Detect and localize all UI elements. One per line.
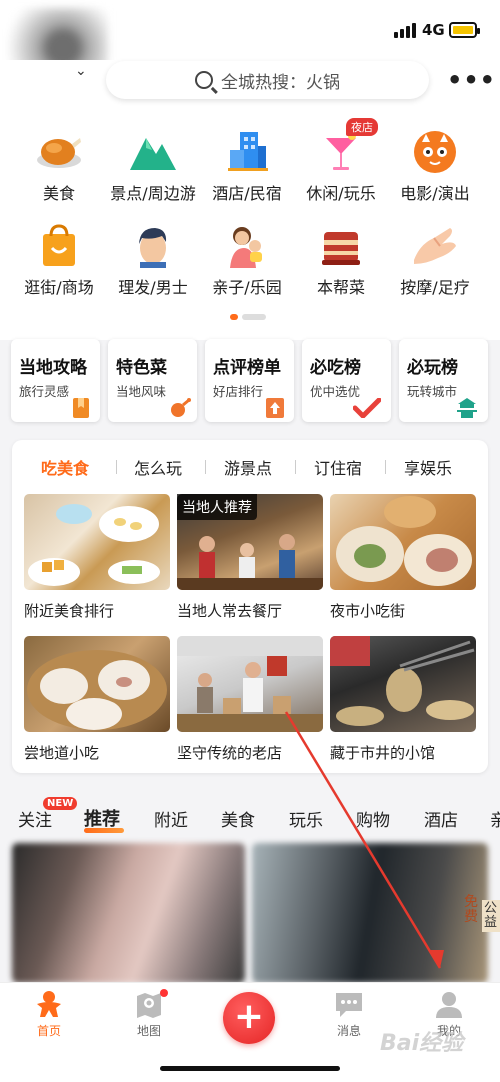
nav-home[interactable]: 首页 [19, 990, 79, 1039]
check-icon [352, 397, 382, 420]
search-icon [195, 71, 213, 89]
city-chevron-down-icon[interactable]: ⌄ [75, 63, 87, 79]
category-hotel[interactable]: 酒店/民宿 [197, 130, 297, 204]
old-shop-photo [177, 636, 323, 732]
mountain-icon [128, 130, 178, 174]
tile-label: 附近美食排行 [24, 602, 115, 620]
category-shopping[interactable]: 逛街/商场 [9, 224, 109, 298]
category-leisure[interactable]: 休闲/玩乐 [291, 130, 391, 204]
braised-pork-icon [316, 224, 366, 268]
bookmark-icon [72, 398, 90, 418]
quick-card-must-eat[interactable]: 必吃榜 优中选优 [302, 339, 391, 422]
rank-up-icon [266, 398, 284, 418]
feed-card-blurred[interactable] [252, 843, 488, 983]
tile-image-traditional-shop[interactable] [177, 636, 323, 732]
tab-scenic[interactable]: 游景点 [224, 455, 272, 479]
drumstick-icon [169, 398, 191, 418]
category-food[interactable]: 美食 [9, 130, 109, 204]
nav-map[interactable]: 地图 [119, 990, 179, 1039]
tile-label: 夜市小吃街 [330, 602, 406, 620]
food-photo [28, 504, 160, 586]
man-head-icon [128, 224, 178, 268]
roast-chicken-icon [34, 130, 84, 174]
tile-label: 坚守传统的老店 [177, 744, 283, 762]
network-type: 4G [422, 21, 445, 39]
home-mascot-icon [34, 990, 64, 1018]
parent-child-icon [222, 224, 272, 268]
cocktail-icon [316, 130, 366, 174]
tile-label: 藏于市井的小馆 [330, 744, 436, 762]
user-profile-icon [434, 990, 464, 1018]
pagoda-icon [456, 398, 478, 418]
search-bar[interactable]: 全城热搜：火锅 [106, 61, 429, 99]
quick-card-must-play[interactable]: 必玩榜 玩转城市 [399, 339, 488, 422]
cat-face-icon [410, 130, 460, 174]
feed-card-blurred[interactable] [12, 843, 245, 983]
street-food-photo [330, 636, 475, 726]
dumpling-photo [27, 650, 167, 730]
tab-divider [116, 460, 117, 474]
tab-how-to-play[interactable]: 怎么玩 [134, 455, 182, 479]
search-placeholder: 全城热搜：火锅 [221, 72, 340, 93]
tile-image-nearby-food[interactable] [24, 494, 170, 590]
active-tab-underline [84, 828, 124, 833]
feed-tab-hotel[interactable]: 酒店 [424, 806, 458, 831]
tile-image-night-market[interactable] [330, 494, 476, 590]
category-local-cuisine[interactable]: 本帮菜 [291, 224, 391, 298]
category-family[interactable]: 亲子/乐园 [197, 224, 297, 298]
feed-tab-parent-truncated[interactable]: 亲 [490, 806, 500, 831]
tab-entertainment[interactable]: 享娱乐 [404, 455, 452, 479]
tile-label: 当地人常去餐厅 [177, 602, 283, 620]
add-post-button[interactable]: + [223, 992, 275, 1044]
local-recommend-tag: 当地人推荐 [177, 494, 257, 520]
category-movie[interactable]: 电影/演出 [385, 130, 485, 204]
tab-divider [205, 460, 206, 474]
tile-image-authentic-snack[interactable] [24, 636, 170, 732]
quick-card-special-dish[interactable]: 特色菜 当地风味 [108, 339, 197, 422]
category-scenic[interactable]: 景点/周边游 [103, 130, 203, 204]
map-notification-dot [160, 989, 168, 997]
charity-tag[interactable]: 公益 [482, 900, 500, 932]
hotel-building-icon [222, 130, 272, 174]
tab-divider [295, 460, 296, 474]
feed-tab-nearby[interactable]: 附近 [154, 806, 188, 831]
category-haircut[interactable]: 理发/男士 [103, 224, 203, 298]
tile-label: 尝地道小吃 [24, 744, 100, 762]
massage-hand-icon [410, 224, 460, 268]
tab-food[interactable]: 吃美食 [41, 455, 89, 479]
battery-icon [449, 22, 480, 38]
shopping-bag-icon [34, 224, 84, 268]
free-tag: 免费 [464, 894, 478, 925]
night-club-badge: 夜店 [346, 118, 378, 136]
message-icon [334, 990, 364, 1018]
feed-tab-shopping[interactable]: 购物 [356, 806, 390, 831]
new-badge: NEW [43, 797, 78, 810]
feed-tab-food[interactable]: 美食 [221, 806, 255, 831]
tile-image-hidden-eatery[interactable] [330, 636, 476, 732]
tab-hotel[interactable]: 订住宿 [314, 455, 362, 479]
buns-photo [336, 496, 472, 586]
nav-messages[interactable]: 消息 [319, 990, 379, 1039]
category-massage[interactable]: 按摩/足疗 [385, 224, 485, 298]
home-indicator [160, 1066, 340, 1071]
more-options-icon[interactable]: ••• [447, 66, 496, 94]
category-page-indicator [230, 314, 266, 320]
quick-card-ranking[interactable]: 点评榜单 好店排行 [205, 339, 294, 422]
feed-tab-play[interactable]: 玩乐 [289, 806, 323, 831]
tab-divider [385, 460, 386, 474]
quick-card-local-guide[interactable]: 当地攻略 旅行灵感 [11, 339, 100, 422]
signal-icon [394, 22, 416, 38]
baidu-watermark: Bai经验 [380, 1031, 464, 1056]
